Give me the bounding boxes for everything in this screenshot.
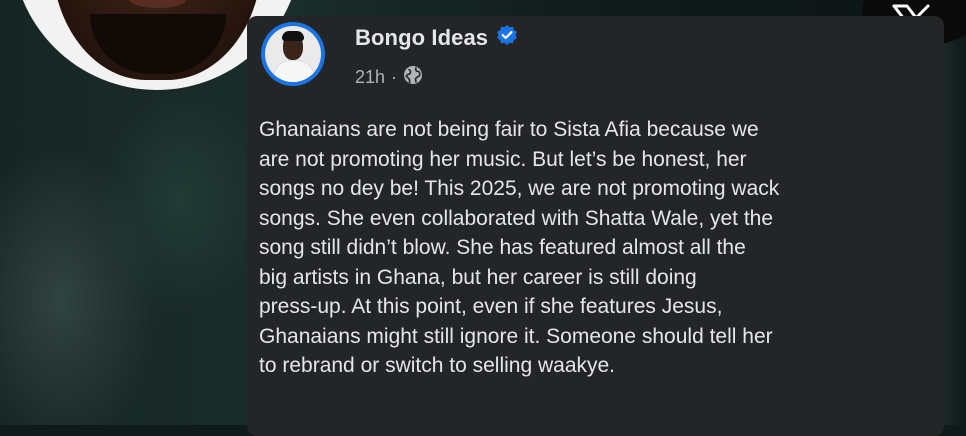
post-text-line: Ghanaians might still ignore it. Someone… (259, 324, 773, 348)
post-text-line: song still didn’t blow. She has featured… (259, 236, 746, 259)
avatar-hair (282, 31, 304, 41)
avatar-body (273, 60, 315, 82)
author-row: Bongo Ideas (355, 24, 518, 51)
post-text-line: songs. She even collaborated with Shatta… (259, 206, 774, 230)
meta-separator: · (391, 67, 398, 87)
verified-badge-icon (496, 24, 518, 51)
author-avatar[interactable] (261, 22, 325, 86)
background-edge (942, 0, 966, 425)
author-name[interactable]: Bongo Ideas (355, 25, 488, 51)
post-body: Ghanaians are not being fair to Sista Af… (259, 115, 934, 381)
post-text-line: are not promoting her music. But let’s b… (259, 147, 747, 171)
post-text-line: songs no dey be! This 2025, we are not p… (259, 177, 780, 200)
globe-icon[interactable] (403, 65, 423, 90)
avatar-photo (265, 26, 321, 82)
post-card: Bongo Ideas 21h · Ghanaians are not bein… (247, 16, 944, 436)
post-meta: 21h · (355, 65, 423, 90)
post-text-line: to rebrand or switch to selling waakye. (259, 354, 616, 377)
post-text-line: big artists in Ghana, but her career is … (259, 265, 697, 289)
post-text-line: press-up. At this point, even if she fea… (259, 295, 723, 318)
post-time[interactable]: 21h (355, 67, 385, 88)
post-text-line: Ghanaians are not being fair to Sista Af… (259, 118, 759, 141)
